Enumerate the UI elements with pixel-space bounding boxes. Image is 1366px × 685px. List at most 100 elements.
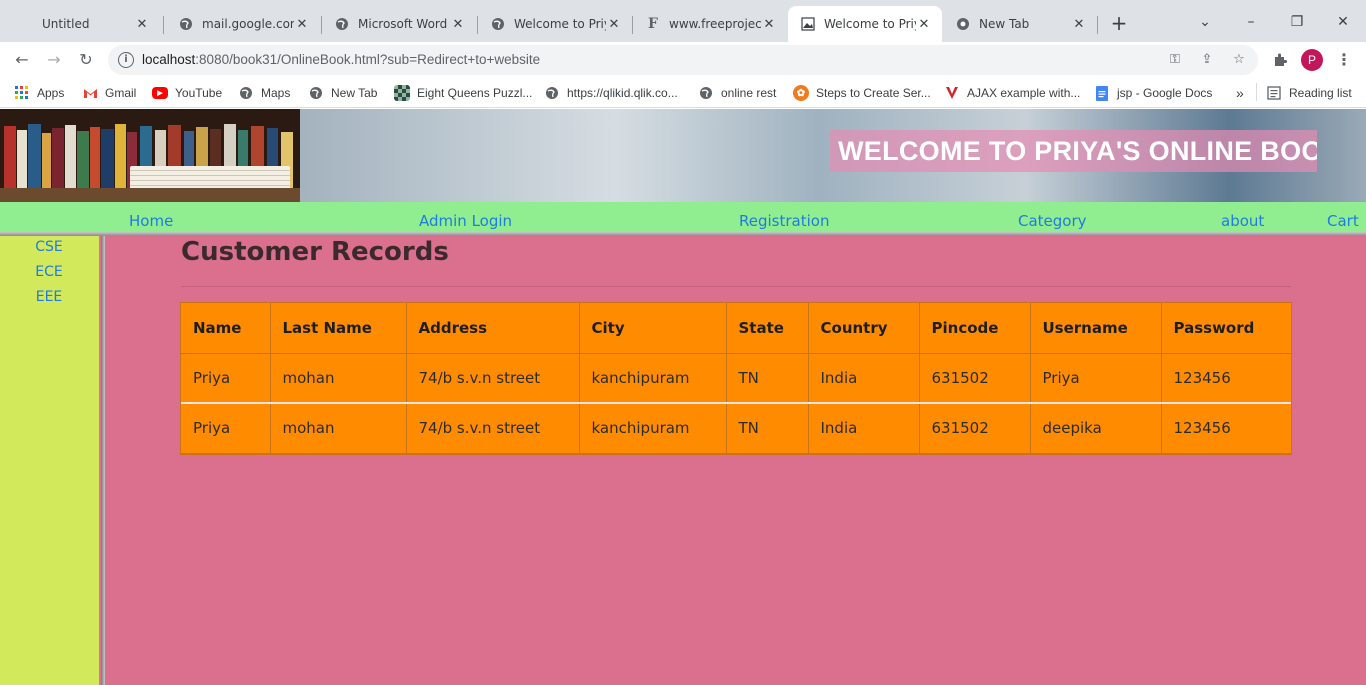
cell-username: Priya: [1030, 353, 1162, 403]
bookmarks-bar: Apps Gmail ▶ YouTube Maps New Tab Eight …: [0, 78, 1366, 108]
bookmark-maps[interactable]: Maps: [238, 83, 290, 103]
new-tab-button[interactable]: +: [1106, 12, 1132, 36]
bookmark-label: Gmail: [105, 86, 137, 100]
tab-title: New Tab: [979, 17, 1030, 31]
tab-close-icon[interactable]: ✕: [916, 17, 932, 32]
chrome-icon: [955, 16, 971, 32]
bookmark-eight-queens[interactable]: Eight Queens Puzzl...: [394, 83, 532, 103]
globe-icon: [698, 85, 714, 101]
column-header: Address: [406, 303, 580, 353]
sidebar-item-cse[interactable]: CSE: [0, 239, 98, 255]
nav-cart[interactable]: Cart: [1327, 212, 1359, 230]
globe-icon: [308, 85, 324, 101]
tab-close-icon[interactable]: ✕: [134, 17, 150, 32]
table-row: Priya mohan 74/b s.v.n street kanchipura…: [181, 353, 1291, 403]
nav-admin-login[interactable]: Admin Login: [419, 212, 512, 230]
v-icon: [944, 85, 960, 101]
sidebar-item-ece[interactable]: ECE: [0, 264, 98, 280]
tab-title: Welcome to Priya: [824, 17, 916, 31]
bookmark-ajax-example[interactable]: AJAX example with...: [944, 83, 1080, 103]
bookmark-gmail[interactable]: Gmail: [82, 83, 136, 103]
globe-icon: [238, 85, 254, 101]
globe-icon: [490, 16, 506, 32]
table-header-row: Name Last Name Address City State Countr…: [181, 303, 1291, 353]
cell-username: deepika: [1030, 403, 1162, 453]
menu-kebab-icon[interactable]: ⋮: [1330, 46, 1358, 74]
column-header: State: [726, 303, 809, 353]
cell-name: Priya: [181, 403, 271, 453]
column-header: Last Name: [270, 303, 407, 353]
bookmark-label: Maps: [261, 86, 291, 100]
profile-avatar[interactable]: P: [1301, 49, 1323, 71]
tab-close-icon[interactable]: ✕: [450, 17, 466, 32]
bookmark-label: AJAX example with...: [967, 86, 1081, 100]
bookmark-youtube[interactable]: ▶ YouTube: [152, 83, 222, 103]
tab-gmail[interactable]: mail.google.com ✕: [166, 8, 320, 40]
tab-microsoft-word[interactable]: Microsoft Word - ✕: [322, 8, 476, 40]
url-text[interactable]: localhost:8080/book31/OnlineBook.html?su…: [142, 52, 540, 67]
column-header: Username: [1030, 303, 1162, 353]
tab-close-icon[interactable]: ✕: [606, 17, 622, 32]
site-info-icon[interactable]: i: [118, 52, 134, 68]
star-bookmark-icon[interactable]: ☆: [1230, 51, 1248, 69]
bookmark-new-tab[interactable]: New Tab: [308, 83, 377, 103]
tab-title: mail.google.com: [202, 17, 294, 31]
web-page: WELCOME TO PRIYA'S ONLINE BOOK Home Admi…: [0, 109, 1366, 685]
forward-button[interactable]: →: [40, 46, 68, 74]
site-navbar: Home Admin Login Registration Category a…: [0, 202, 1366, 232]
cell-name: Priya: [181, 353, 271, 403]
bookmark-label: New Tab: [331, 86, 378, 100]
tab-separator: [1097, 16, 1098, 34]
header-banner: WELCOME TO PRIYA'S ONLINE BOOK: [0, 109, 1366, 202]
tab-close-icon[interactable]: ✕: [294, 17, 310, 32]
sidebar-item-eee[interactable]: EEE: [0, 289, 98, 305]
reload-button[interactable]: ↻: [72, 46, 100, 74]
tab-welcome-priya-active[interactable]: Welcome to Priya ✕: [788, 6, 942, 42]
key-icon[interactable]: ⚿: [1166, 51, 1184, 69]
cell-last-name: mohan: [270, 353, 407, 403]
tab-close-icon[interactable]: ✕: [1071, 17, 1087, 32]
nav-home[interactable]: Home: [129, 212, 173, 230]
cell-address: 74/b s.v.n street: [406, 353, 580, 403]
tab-welcome-priya[interactable]: Welcome to Priya ✕: [478, 8, 632, 40]
bookmark-online-rest[interactable]: online rest: [698, 83, 776, 103]
tab-search-dropdown-icon[interactable]: ⌄: [1182, 8, 1228, 36]
page-image-icon: [800, 16, 816, 32]
chessboard-icon: [394, 85, 410, 101]
bookmark-qlikid[interactable]: https://qlikid.qlik.co...: [544, 83, 678, 103]
sidebar-divider: [101, 236, 105, 685]
category-sidebar: CSE ECE EEE: [0, 236, 100, 685]
bookshelf-image: [0, 109, 300, 202]
share-icon[interactable]: ⇪: [1198, 51, 1216, 69]
bookmark-label: online rest: [721, 86, 777, 100]
bookmarks-overflow-button[interactable]: »: [1236, 83, 1244, 103]
column-header: Name: [181, 303, 271, 353]
nav-about[interactable]: about: [1221, 212, 1264, 230]
tab-close-icon[interactable]: ✕: [761, 17, 777, 32]
bookmark-apps[interactable]: Apps: [14, 83, 64, 103]
bookmark-label: https://qlikid.qlik.co...: [567, 86, 678, 100]
minimize-button[interactable]: –: [1228, 8, 1274, 36]
table-row: Priya mohan 74/b s.v.n street kanchipura…: [181, 403, 1291, 453]
close-window-button[interactable]: ✕: [1320, 8, 1366, 36]
tab-untitled[interactable]: Untitled ✕: [30, 8, 160, 40]
cell-password: 123456: [1173, 368, 1231, 387]
gmail-icon: [82, 85, 98, 101]
bookmark-jsp-docs[interactable]: jsp - Google Docs: [1094, 83, 1212, 103]
nav-registration[interactable]: Registration: [739, 212, 829, 230]
apps-grid-icon: [14, 85, 30, 101]
back-button[interactable]: ←: [8, 46, 36, 74]
tab-freeprojectz[interactable]: F www.freeproject ✕: [633, 8, 787, 40]
freeprojectz-icon: F: [648, 16, 658, 32]
cell-address: 74/b s.v.n street: [406, 403, 580, 453]
nav-category[interactable]: Category: [1018, 212, 1087, 230]
heading-divider: [181, 286, 1291, 287]
column-header: Pincode: [919, 303, 1031, 353]
reading-list-button[interactable]: Reading list: [1266, 83, 1352, 103]
restore-button[interactable]: ❐: [1274, 8, 1320, 36]
globe-icon: [178, 16, 194, 32]
address-bar[interactable]: i localhost:8080/book31/OnlineBook.html?…: [108, 45, 1258, 75]
bookmark-steps-create[interactable]: ✿ Steps to Create Ser...: [793, 83, 931, 103]
tab-new-tab[interactable]: New Tab ✕: [943, 8, 1097, 40]
extensions-puzzle-icon[interactable]: [1266, 46, 1294, 74]
